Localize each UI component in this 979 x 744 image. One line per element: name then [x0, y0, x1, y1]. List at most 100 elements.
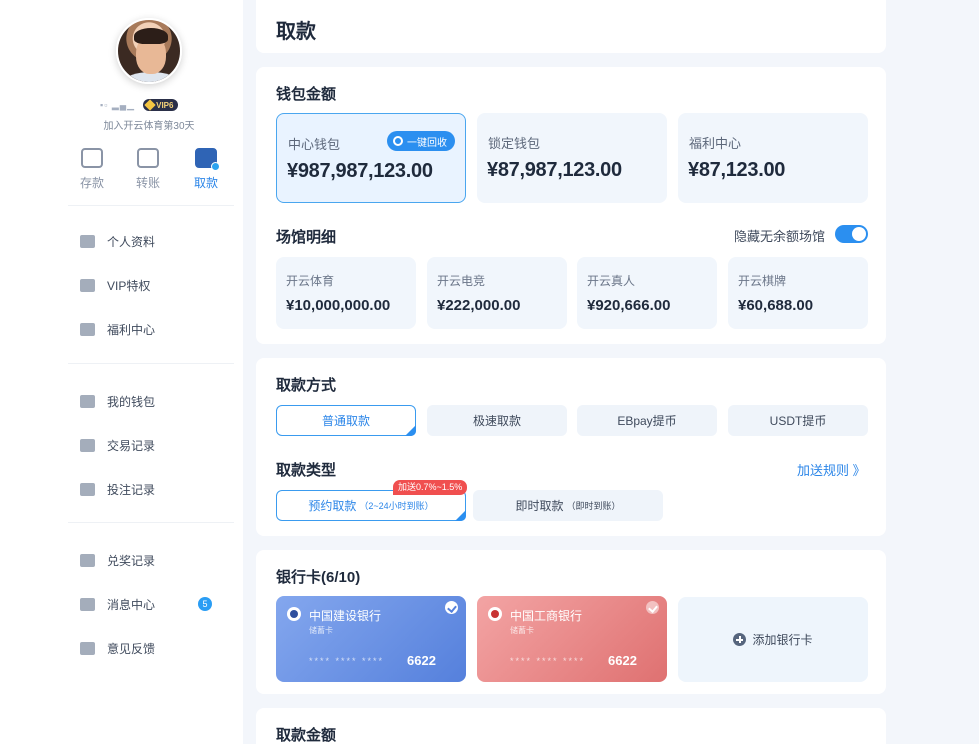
card-last-four: 6622: [407, 653, 436, 668]
user-avatar[interactable]: [116, 18, 182, 84]
page-title: 取款: [276, 21, 316, 43]
bank-card-ccb[interactable]: 中国建设银行 储蓄卡 **** **** **** 6622: [276, 596, 466, 682]
venue-card: 开云体育 ¥10,000,000.00: [276, 257, 416, 329]
sidebar-item-profile[interactable]: 个人资料: [80, 219, 240, 263]
sidebar-item-feedback[interactable]: 意见反馈: [80, 626, 240, 670]
bank-card-icbc[interactable]: 中国工商银行 储蓄卡 **** **** **** 6622: [477, 596, 667, 682]
card-last-four: 6622: [608, 653, 637, 668]
sidebar-item-wallet[interactable]: 我的钱包: [80, 379, 240, 423]
method-usdt-button[interactable]: USDT提币: [728, 405, 868, 436]
transaction-doc-icon: [80, 438, 95, 452]
sidebar-item-vip[interactable]: VIP特权: [80, 263, 240, 307]
bonus-rules-link[interactable]: 加送规则 》: [797, 460, 866, 479]
venue-card: 开云电竞 ¥222,000.00: [427, 257, 567, 329]
sidebar-item-messages[interactable]: 消息中心 5: [80, 582, 240, 626]
sidebar-item-label: 福利中心: [107, 322, 156, 337]
transfer-icon: [137, 148, 159, 168]
ccb-logo-icon: [287, 607, 301, 621]
transfer-shortcut[interactable]: 转账: [128, 148, 168, 191]
gift-icon: [80, 322, 95, 336]
vip-heart-icon: [80, 278, 95, 292]
withdraw-method-title: 取款方式: [276, 377, 337, 394]
sidebar-item-transactions[interactable]: 交易记录: [80, 423, 240, 467]
venue-amount: ¥920,666.00: [587, 297, 671, 314]
venue-amount: ¥222,000.00: [437, 297, 521, 314]
unread-count-badge: 5: [198, 597, 212, 611]
sidebar-item-label: 消息中心: [107, 597, 156, 612]
method-label: EBpay提币: [617, 414, 677, 428]
add-bank-card-button[interactable]: 添加银行卡: [678, 597, 868, 682]
venue-label: 开云真人: [587, 274, 636, 288]
bank-name: 中国建设银行: [309, 609, 382, 623]
sidebar-item-label: 兑奖记录: [107, 553, 156, 568]
menu-group-other: 兑奖记录 消息中心 5 意见反馈: [80, 538, 240, 670]
deposit-shortcut[interactable]: 存款: [72, 148, 112, 191]
user-info-row: ▪▫ ▂▄▁ VIP6: [100, 99, 179, 111]
bank-card-section-title: 银行卡(6/10): [276, 569, 361, 586]
recall-icon: [393, 136, 403, 146]
wallet-amount: ¥987,987,123.00: [287, 160, 433, 182]
card-masked-number: **** **** ****: [510, 656, 586, 666]
method-label: 普通取款: [321, 414, 370, 428]
join-days-text: 加入开云体育第30天: [103, 121, 195, 132]
locked-wallet-card: 锁定钱包 ¥87,987,123.00: [477, 113, 667, 203]
card-type: 储蓄卡: [510, 626, 534, 635]
title-panel: [256, 0, 886, 53]
method-ebpay-button[interactable]: EBpay提币: [577, 405, 717, 436]
central-wallet-card[interactable]: 中心钱包 一键回收 ¥987,987,123.00: [276, 113, 466, 203]
plus-circle-icon: [733, 633, 747, 646]
type-label: 即时取款: [515, 499, 564, 513]
venue-label: 开云棋牌: [738, 274, 787, 288]
one-click-recall-button[interactable]: 一键回收: [387, 131, 455, 151]
sidebar-divider: [68, 363, 234, 364]
vip-level-label: VIP6: [156, 100, 174, 110]
transfer-label: 转账: [135, 176, 160, 190]
wallet-label: 锁定钱包: [488, 136, 541, 151]
hide-empty-venues-toggle[interactable]: [835, 225, 868, 243]
id-card-icon: [80, 234, 95, 248]
venue-label: 开云电竞: [437, 274, 486, 288]
bank-name: 中国工商银行: [510, 609, 583, 623]
sidebar-item-welfare[interactable]: 福利中心: [80, 307, 240, 351]
sidebar-item-bets[interactable]: 投注记录: [80, 467, 240, 511]
sidebar-item-redeem[interactable]: 兑奖记录: [80, 538, 240, 582]
wallet-label: 中心钱包: [288, 137, 341, 152]
menu-group-finance: 我的钱包 交易记录 投注记录: [80, 379, 240, 511]
sidebar-divider: [68, 522, 234, 523]
method-fast-button[interactable]: 极速取款: [427, 405, 567, 436]
card-masked-number: **** **** ****: [309, 656, 385, 666]
recall-label: 一键回收: [407, 137, 447, 149]
card-type: 储蓄卡: [309, 626, 333, 635]
selected-corner-icon: [455, 510, 466, 521]
selected-corner-icon: [405, 425, 416, 436]
withdraw-amount-title: 取款金额: [276, 727, 337, 744]
withdraw-label: 取款: [193, 176, 218, 190]
withdraw-shortcut[interactable]: 取款: [186, 148, 226, 191]
sidebar: ▪▫ ▂▄▁ VIP6 加入开云体育第30天 存款 转账 取款 个人资料 VIP…: [0, 0, 243, 744]
wallet-deposit-icon: [81, 148, 103, 168]
unselected-check-icon: [646, 601, 659, 614]
type-sublabel: （2~24小时到账）: [359, 501, 434, 511]
vip-diamond-icon: [144, 99, 156, 111]
vip-badge[interactable]: VIP6: [143, 99, 179, 111]
piggy-bank-icon: [80, 394, 95, 408]
wallet-section-title: 钱包金额: [276, 86, 337, 103]
method-label: USDT提币: [769, 414, 827, 428]
username: ▪▫ ▂▄▁: [100, 99, 136, 110]
venue-card: 开云真人 ¥920,666.00: [577, 257, 717, 329]
method-normal-button[interactable]: 普通取款: [276, 405, 416, 436]
withdraw-type-title: 取款类型: [276, 462, 337, 479]
bet-record-icon: [80, 482, 95, 496]
method-label: 极速取款: [472, 414, 521, 428]
type-label: 预约取款: [308, 499, 357, 513]
sidebar-item-label: 交易记录: [107, 438, 156, 453]
icbc-logo-icon: [488, 607, 502, 621]
redeem-icon: [80, 553, 95, 567]
venue-amount: ¥10,000,000.00: [286, 297, 391, 314]
type-instant-button[interactable]: 即时取款 （即时到账）: [473, 490, 663, 521]
sidebar-item-label: 意见反馈: [107, 641, 156, 656]
wallet-amount: ¥87,987,123.00: [487, 159, 622, 181]
sidebar-item-label: 我的钱包: [107, 394, 156, 409]
venue-label: 开云体育: [286, 274, 335, 288]
hide-empty-venues-label: 隐藏无余额场馆: [734, 229, 826, 244]
